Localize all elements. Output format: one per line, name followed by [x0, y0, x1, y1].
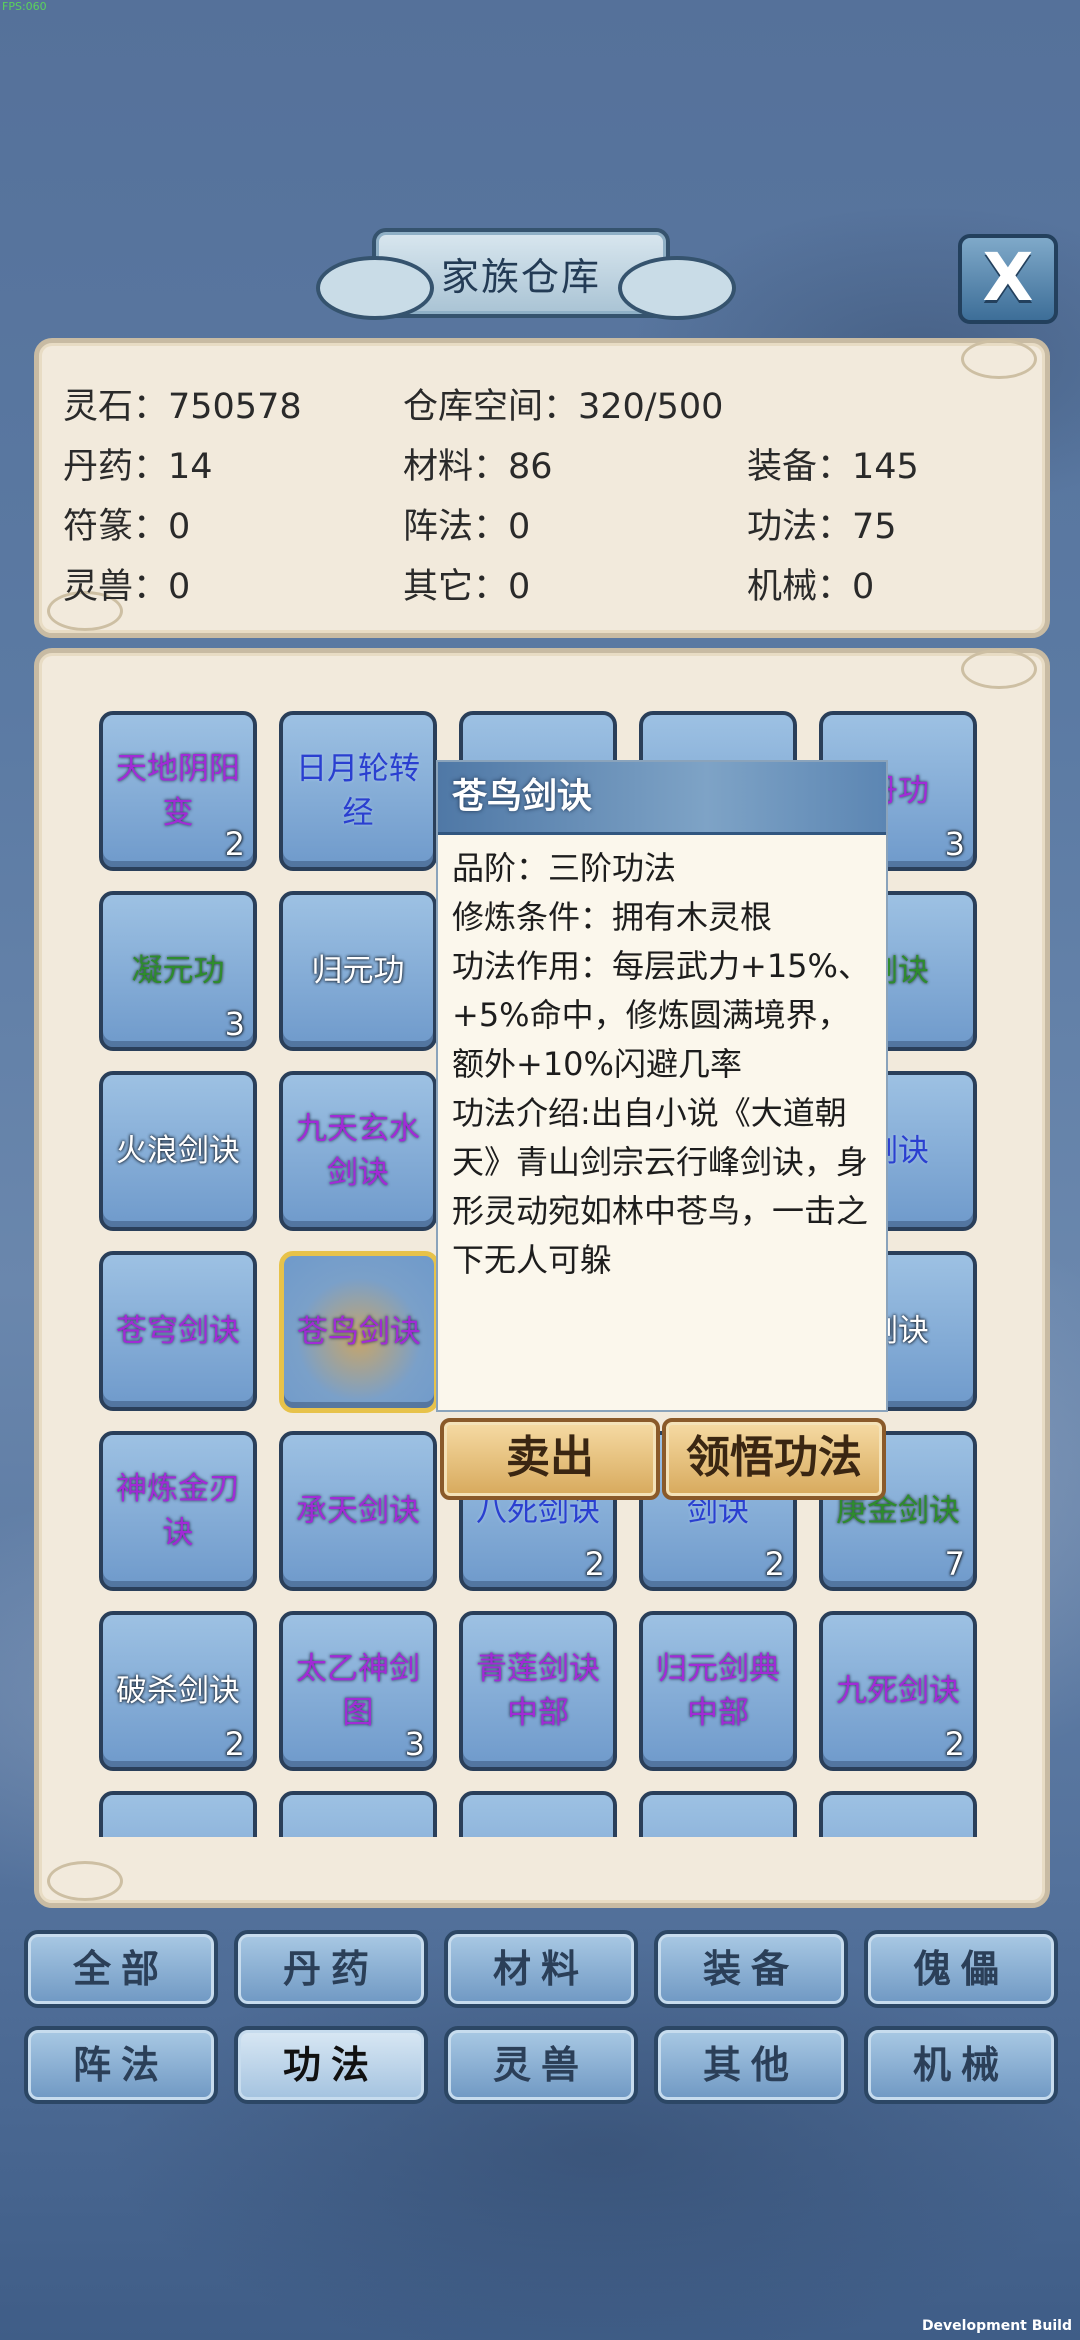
stat-zhuangbei: 装备：145 — [747, 447, 919, 487]
item-count: 3 — [404, 1725, 425, 1763]
stat-qita: 其它：0 — [403, 567, 531, 607]
item-slot[interactable] — [99, 1791, 257, 1837]
item-count: 2 — [224, 1725, 245, 1763]
filter-tab[interactable]: 材料 — [444, 1930, 638, 2008]
filter-tab[interactable]: 丹药 — [234, 1930, 428, 2008]
item-name: 火浪剑诀 — [116, 1133, 240, 1169]
item-name: 青莲剑诀中部 — [476, 1651, 600, 1731]
filter-tab[interactable]: 灵兽 — [444, 2026, 638, 2104]
title-banner: 家族仓库 — [316, 228, 736, 320]
stat-danyao: 丹药：14 — [63, 447, 213, 487]
item-slot[interactable]: 青莲剑诀 — [819, 1791, 977, 1837]
item-name: 日月轮转经 — [296, 751, 420, 831]
item-name: 神炼金刃诀 — [116, 1471, 240, 1551]
item-slot[interactable]: 凝元功 3 — [99, 891, 257, 1051]
item-count: 2 — [944, 1725, 965, 1763]
stat-cailiao: 材料：86 — [403, 447, 553, 487]
item-slot[interactable]: 归元剑典中部 — [639, 1611, 797, 1771]
stat-space: 仓库空间：320/500 — [403, 387, 724, 427]
item-name — [285, 1795, 431, 1837]
close-button[interactable]: X — [958, 234, 1058, 324]
stat-lingshi: 灵石：750578 — [63, 387, 302, 427]
item-name — [105, 1795, 251, 1837]
filter-tab[interactable]: 全部 — [24, 1930, 218, 2008]
cloud-swirl-icon — [47, 1861, 123, 1901]
item-count: 7 — [944, 1545, 965, 1583]
item-detail-popup: 苍鸟剑诀 品阶：三阶功法 修炼条件：拥有木灵根 功法作用：每层武力+15%、+5… — [436, 760, 888, 1412]
popup-line-grade: 品阶：三阶功法 — [452, 849, 677, 887]
item-count: 2 — [224, 825, 245, 863]
stat-fuzhuan: 符篆：0 — [63, 507, 191, 547]
item-slot[interactable]: 苍鸟剑诀 — [279, 1251, 439, 1413]
item-slot[interactable]: 苍穹剑诀 — [99, 1251, 257, 1411]
item-slot[interactable] — [459, 1791, 617, 1837]
popup-body: 品阶：三阶功法 修炼条件：拥有木灵根 功法作用：每层武力+15%、+5%命中，修… — [452, 844, 876, 1285]
fps-counter: FPS:060 — [2, 0, 47, 13]
popup-line-description: 功法介绍:出自小说《大道朝天》青山剑宗云行峰剑诀，身形灵动宛如林中苍鸟，一击之下… — [452, 1094, 869, 1279]
cloud-swirl-icon — [961, 339, 1037, 379]
filter-tab[interactable]: 机械 — [864, 2026, 1058, 2104]
learn-skill-button[interactable]: 领悟功法 — [662, 1418, 886, 1500]
filter-tab[interactable]: 傀儡 — [864, 1930, 1058, 2008]
popup-title: 苍鸟剑诀 — [438, 762, 886, 835]
filter-tab[interactable]: 其他 — [654, 2026, 848, 2104]
stat-gongfa: 功法：75 — [747, 507, 897, 547]
item-name: 九天玄水剑诀 — [296, 1111, 420, 1191]
item-slot[interactable] — [279, 1791, 437, 1837]
item-name — [645, 1795, 791, 1837]
item-name — [465, 1795, 611, 1837]
item-name: 青莲剑诀 — [825, 1795, 971, 1837]
item-slot[interactable]: 青莲剑诀中部 — [459, 1611, 617, 1771]
filter-tab[interactable]: 装备 — [654, 1930, 848, 2008]
item-slot[interactable]: 日月轮转经 — [279, 711, 437, 871]
item-slot[interactable]: 九天玄水剑诀 — [279, 1071, 437, 1231]
stats-panel: 灵石：750578 仓库空间：320/500 丹药：14 材料：86 装备：14… — [34, 338, 1050, 638]
item-slot[interactable]: 承天剑诀 — [279, 1431, 437, 1591]
popup-line-effect: 功法作用：每层武力+15%、+5%命中，修炼圆满境界，额外+10%闪避几率 — [452, 947, 870, 1083]
stat-zhenfa: 阵法：0 — [403, 507, 531, 547]
item-count: 2 — [584, 1545, 605, 1583]
cloud-swirl-icon — [961, 649, 1037, 689]
item-count: 3 — [224, 1005, 245, 1043]
item-slot[interactable]: 天地阴阳变 2 — [99, 711, 257, 871]
item-slot[interactable]: 归元功 — [279, 891, 437, 1051]
item-slot[interactable]: 太乙神剑图 3 — [279, 1611, 437, 1771]
page-title: 家族仓库 — [440, 255, 601, 299]
item-name: 归元功 — [311, 953, 405, 989]
popup-line-requirement: 修炼条件：拥有木灵根 — [452, 898, 773, 936]
item-slot[interactable]: 九死剑诀 2 — [819, 1611, 977, 1771]
item-slot[interactable]: 神炼金刃诀 — [99, 1431, 257, 1591]
item-slot[interactable]: 破杀剑诀 2 — [99, 1611, 257, 1771]
stat-lingshou: 灵兽：0 — [63, 567, 191, 607]
item-name: 归元剑典中部 — [656, 1651, 780, 1731]
item-name: 苍鸟剑诀 — [297, 1314, 421, 1350]
sell-button[interactable]: 卖出 — [440, 1418, 660, 1500]
filter-tab[interactable]: 功法 — [234, 2026, 428, 2104]
item-count: 2 — [764, 1545, 785, 1583]
filter-tab[interactable]: 阵法 — [24, 2026, 218, 2104]
item-count: 3 — [944, 825, 965, 863]
item-name: 承天剑诀 — [296, 1493, 420, 1529]
dev-build-label: Development Build — [921, 2318, 1072, 2334]
item-name: 苍穹剑诀 — [116, 1313, 240, 1349]
item-slot[interactable] — [639, 1791, 797, 1837]
stat-jixie: 机械：0 — [747, 567, 875, 607]
item-slot[interactable]: 火浪剑诀 — [99, 1071, 257, 1231]
